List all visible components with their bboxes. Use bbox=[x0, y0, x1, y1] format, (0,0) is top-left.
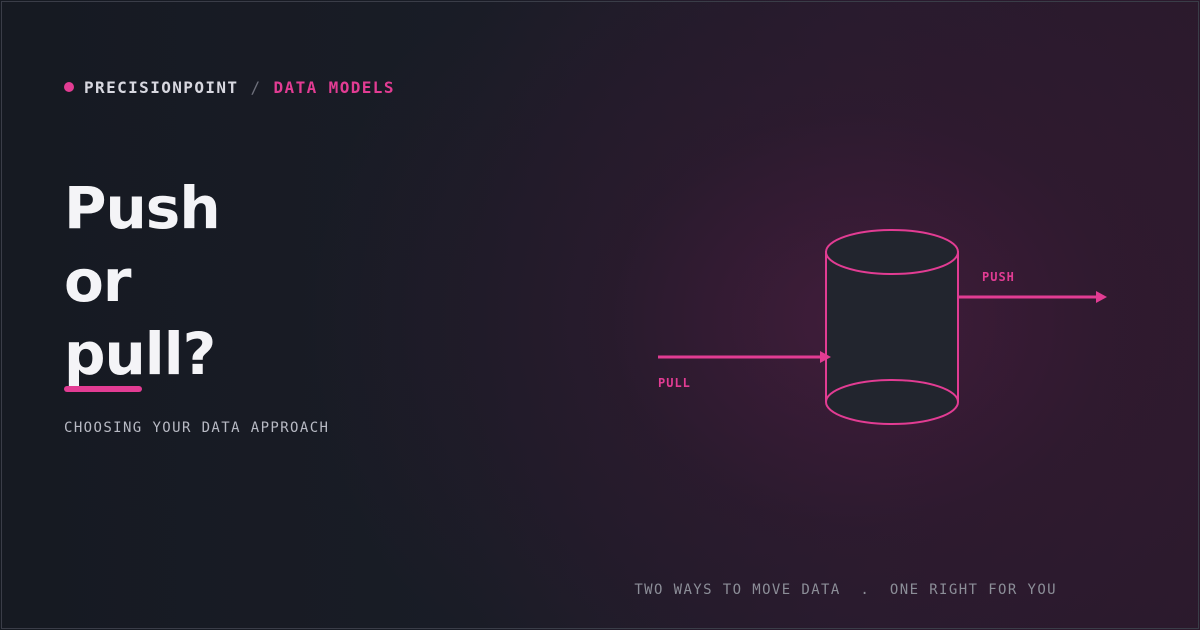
footer-separator: . bbox=[860, 582, 871, 598]
push-arrow bbox=[958, 291, 1107, 303]
footer-right: ONE RIGHT FOR YOU bbox=[889, 582, 1057, 598]
push-pull-diagram: PUSH PULL bbox=[658, 229, 1107, 425]
pull-label: PULL bbox=[658, 376, 691, 390]
push-label: PUSH bbox=[982, 270, 1015, 284]
database-cylinder-icon bbox=[825, 229, 959, 425]
pull-arrow bbox=[658, 351, 831, 363]
footer-left: TWO WAYS TO MOVE DATA bbox=[634, 582, 841, 598]
footer-tagline: TWO WAYS TO MOVE DATA . ONE RIGHT FOR YO… bbox=[634, 582, 1057, 598]
